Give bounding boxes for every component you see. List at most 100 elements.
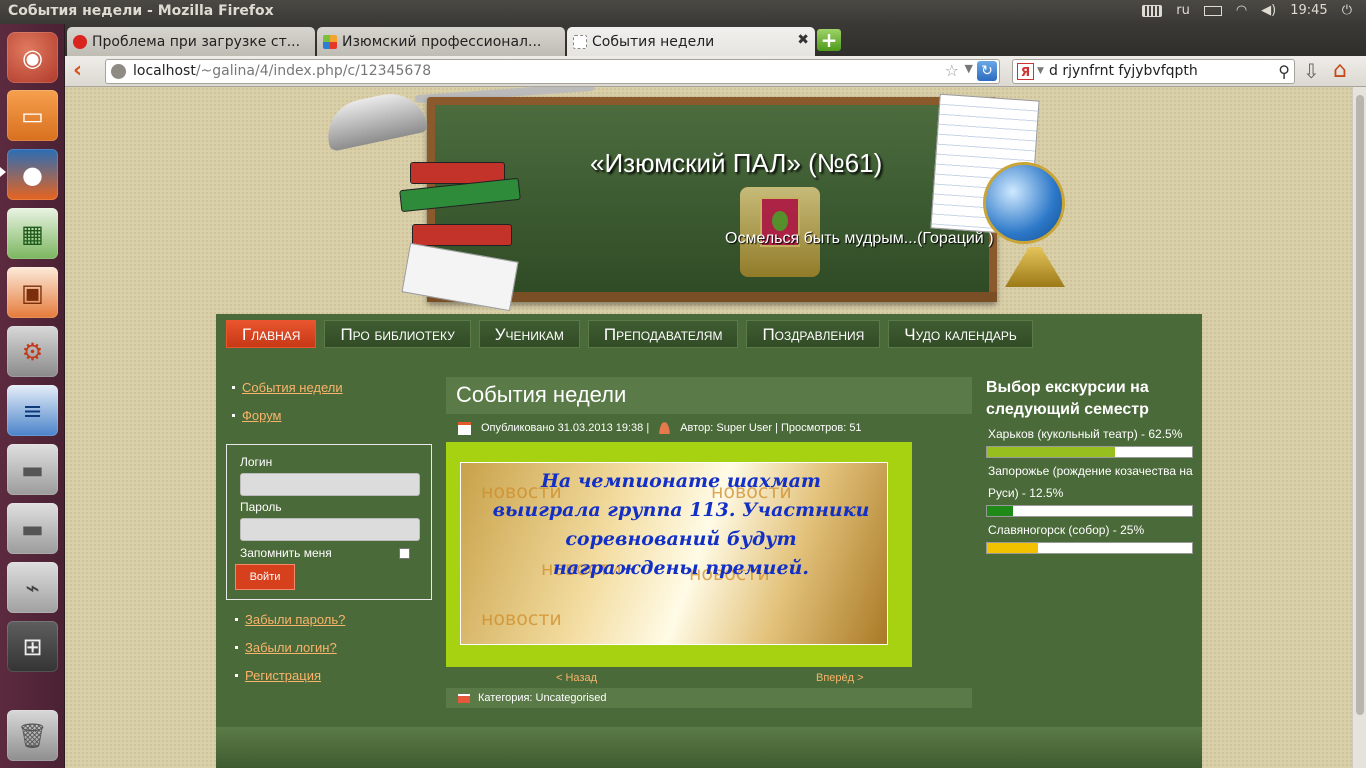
menu-item-students[interactable]: Ученикам (478, 320, 580, 348)
vertical-scrollbar[interactable] (1352, 87, 1366, 768)
author-info: Автор: Super User | Просмотров: 51 (680, 422, 862, 434)
running-indicator (0, 167, 6, 177)
username-field[interactable] (240, 473, 420, 496)
link-forgot-password[interactable]: Забыли пароль? (229, 612, 345, 640)
wifi-icon[interactable]: ◠ (1236, 3, 1247, 18)
article-meta: Опубликовано 31.03.2013 19:38 | Автор: S… (446, 414, 972, 442)
joomla-icon (323, 34, 337, 49)
link-forgot-login[interactable]: Забыли логин? (229, 640, 345, 668)
system-tray: ru ◠ ◀) 19:45 ⏻ (1142, 3, 1352, 18)
menu-item-greetings[interactable]: Поздравления (746, 320, 881, 348)
libreoffice-writer-icon[interactable]: ≡ (7, 385, 58, 436)
ubuntu-dash-icon[interactable]: ◉ (7, 32, 58, 83)
remember-checkbox[interactable] (399, 548, 410, 559)
back-button[interactable]: ‹ (73, 59, 95, 83)
menu-item-calendar[interactable]: Чудо календарь (888, 320, 1033, 348)
battery-icon[interactable] (1203, 5, 1222, 16)
poll-option-label: Харьков (кукольный театр) - 62.5% (988, 427, 1183, 441)
search-bar[interactable]: Я ▼ d rjynfrnt fyjybvfqpth ⚲ (1012, 59, 1295, 84)
url-bar[interactable]: localhost/~galina/4/index.php/c/12345678… (105, 59, 1000, 84)
url-text[interactable]: localhost/~galina/4/index.php/c/12345678 (133, 63, 431, 79)
scrollbar-thumb[interactable] (1356, 95, 1364, 715)
poll-module: Выбор екскурсии на следующий семестр Хар… (986, 377, 1196, 554)
article-title: События недели (446, 377, 972, 414)
power-icon[interactable]: ⏻ (1342, 3, 1352, 18)
clock[interactable]: 19:45 (1290, 3, 1327, 18)
password-field[interactable] (240, 518, 420, 541)
watermark: новости (481, 608, 562, 630)
tab-events[interactable]: События недели ✖ (567, 27, 815, 56)
login-button[interactable]: Войти (235, 564, 295, 590)
keyboard-layout[interactable]: ru (1176, 3, 1190, 18)
usb-drive-icon[interactable]: ⌁ (7, 562, 58, 613)
calendar-icon (458, 421, 471, 435)
poll-bar-fill (987, 447, 1116, 457)
category-bar: Категория: Uncategorised (446, 688, 972, 708)
web-page: «Изюмский ПАЛ» (№61) Осмелься быть мудры… (65, 87, 1352, 768)
tab-izyum[interactable]: Изюмский профессионал... (317, 27, 565, 56)
search-input[interactable]: d rjynfrnt fyjybvfqpth (1049, 63, 1198, 79)
remember-label: Запомнить меня (240, 546, 332, 560)
login-form: Логин Пароль Запомнить меня Войти (226, 444, 432, 600)
article-image: новости новости новости новости новости … (460, 462, 888, 645)
libreoffice-impress-icon[interactable]: ▣ (7, 267, 58, 318)
menu-item-teachers[interactable]: Преподавателям (587, 320, 739, 348)
link-forum[interactable]: Форум (226, 408, 432, 436)
site-identity-icon[interactable] (111, 64, 126, 79)
poll-bar (986, 505, 1193, 517)
poll-bar-fill (987, 506, 1013, 516)
globe-stand-icon (1005, 247, 1065, 287)
tab-label: События недели (592, 33, 715, 50)
menu-item-library[interactable]: Про библиотеку (324, 320, 471, 348)
system-settings-icon[interactable]: ⚙ (7, 326, 58, 377)
new-tab-button[interactable]: + (817, 29, 841, 51)
firefox-icon[interactable]: ● (7, 149, 58, 200)
disk-drive-icon[interactable]: ▬ (7, 444, 58, 495)
libreoffice-calc-icon[interactable]: ▦ (7, 208, 58, 259)
workspace-switcher-icon[interactable]: ⊞ (7, 621, 58, 672)
history-dropdown-icon[interactable]: ▼ (965, 62, 973, 75)
left-sidebar: События недели Форум Логин Пароль Запомн… (226, 380, 432, 683)
site-header: «Изюмский ПАЛ» (№61) Осмелься быть мудры… (321, 87, 1065, 314)
account-links: Забыли пароль? Забыли логин? Регистрация (229, 612, 345, 696)
close-tab-icon[interactable]: ✖ (797, 32, 809, 48)
menu-item-home[interactable]: Главная (226, 320, 317, 348)
navigation-toolbar: ‹ localhost/~galina/4/index.php/c/123456… (65, 56, 1366, 87)
trash-icon[interactable]: 🗑 (7, 710, 58, 761)
desk-lamp-icon (321, 87, 429, 152)
engine-dropdown-icon[interactable]: ▼ (1037, 66, 1044, 76)
next-link[interactable]: Вперёд > (816, 672, 864, 684)
tab-bar: Проблема при загрузке ст... Изюмский про… (65, 24, 1366, 56)
tab-problem[interactable]: Проблема при загрузке ст... (67, 27, 315, 56)
article-image-text: На чемпионате шахмат выиграла группа 113… (492, 470, 870, 579)
books-icon (399, 162, 530, 312)
top-panel: События недели - Mozilla Firefox ru ◠ ◀)… (0, 0, 1366, 24)
keyboard-icon[interactable] (1142, 4, 1163, 17)
volume-icon[interactable]: ◀) (1261, 3, 1276, 18)
reload-icon[interactable]: ↻ (977, 61, 997, 81)
category-icon (458, 693, 470, 703)
main-menu: Главная Про библиотеку Ученикам Преподав… (226, 320, 1033, 348)
link-week-events[interactable]: События недели (226, 380, 432, 408)
yandex-icon[interactable]: Я (1017, 63, 1034, 80)
username-label: Логин (240, 455, 273, 469)
page-footer (216, 727, 1202, 768)
poll-option-label: Запорожье (рождение козачества на Руси) … (988, 464, 1193, 500)
link-register[interactable]: Регистрация (229, 668, 345, 696)
tab-label: Проблема при загрузке ст... (92, 33, 301, 50)
search-icon[interactable]: ⚲ (1278, 62, 1290, 81)
bookmark-star-icon[interactable]: ☆ (945, 61, 959, 80)
poll-title: Выбор екскурсии на следующий семестр (986, 379, 1149, 418)
poll-bar-fill (987, 543, 1039, 553)
disk-drive-icon-2[interactable]: ▬ (7, 503, 58, 554)
site-title: «Изюмский ПАЛ» (№61) (590, 148, 883, 178)
downloads-icon[interactable]: ⇩ (1303, 59, 1320, 83)
files-icon[interactable]: ▭ (7, 90, 58, 141)
prev-link[interactable]: < Назад (556, 672, 597, 684)
home-icon[interactable]: ⌂ (1333, 58, 1347, 83)
warning-icon (73, 34, 87, 49)
published-date: Опубликовано 31.03.2013 19:38 | (481, 422, 650, 434)
window-title: События недели - Mozilla Firefox (8, 3, 274, 19)
main-container: Главная Про библиотеку Ученикам Преподав… (216, 314, 1202, 768)
blank-page-icon (573, 34, 587, 49)
